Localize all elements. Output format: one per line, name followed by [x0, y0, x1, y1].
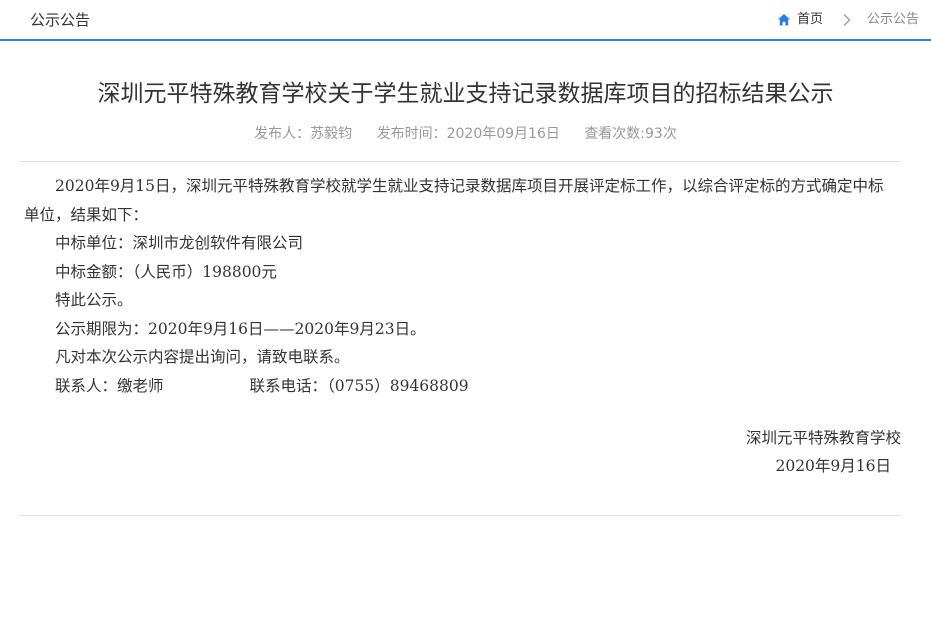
home-icon[interactable]: [777, 13, 791, 27]
breadcrumb-current: 公示公告: [866, 12, 919, 27]
section-title: 公示公告: [30, 11, 91, 29]
page-header: 公示公告 首页 公示公告: [0, 0, 931, 41]
meta-publisher: 发布人：苏毅钧: [254, 126, 353, 142]
breadcrumb: 首页 公示公告: [777, 11, 919, 29]
meta-publish-time: 发布时间：2020年09月16日: [376, 126, 560, 142]
paragraph-intro: 2020年9月15日，深圳元平特殊教育学校就学生就业支持记录数据库项目开展评定标…: [24, 177, 884, 224]
chevron-right-icon: [843, 14, 851, 26]
divider-bottom: [20, 515, 901, 516]
article-body: 2020年9月15日，深圳元平特殊教育学校就学生就业支持记录数据库项目开展评定标…: [24, 172, 886, 400]
meta-views: 查看次数:93次: [584, 126, 677, 142]
signature-date: 2020年9月16日: [775, 457, 891, 475]
paragraph-inquiry: 凡对本次公示内容提出询问，请致电联系。: [55, 348, 350, 366]
contact-person: 联系人：缴老师: [55, 376, 164, 395]
signature-block: 深圳元平特殊教育学校 2020年9月16日: [746, 424, 901, 480]
contact-phone: 联系电话：（0755）89468809: [249, 376, 469, 395]
paragraph-contact: 联系人：缴老师 联系电话：（0755）89468809: [24, 372, 886, 401]
breadcrumb-home-link[interactable]: 首页: [797, 11, 823, 29]
article-meta: 发布人：苏毅钧 发布时间：2020年09月16日 查看次数:93次: [0, 124, 931, 144]
paragraph-winner: 中标单位：深圳市龙创软件有限公司: [55, 234, 304, 252]
paragraph-notice: 特此公示。: [55, 291, 133, 309]
article-title: 深圳元平特殊教育学校关于学生就业支持记录数据库项目的招标结果公示: [97, 81, 834, 107]
divider-top: [20, 161, 901, 162]
paragraph-amount: 中标金额：（人民币）198800元: [55, 262, 277, 281]
signature-org: 深圳元平特殊教育学校: [745, 429, 901, 447]
paragraph-period: 公示期限为：2020年9月16日——2020年9月23日。: [55, 319, 426, 338]
